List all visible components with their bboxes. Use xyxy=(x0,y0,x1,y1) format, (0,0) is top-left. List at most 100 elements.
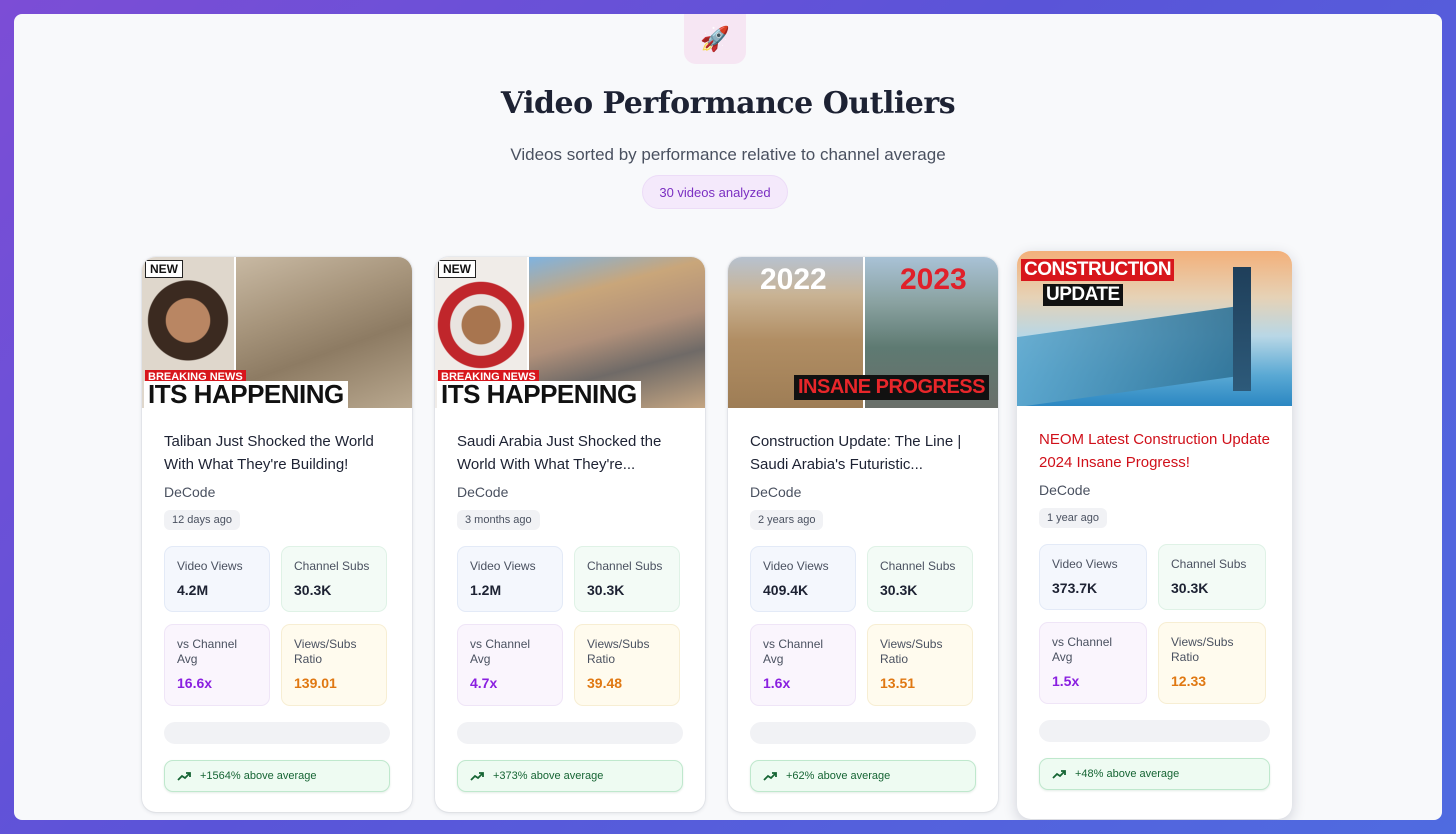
stat-label: Video Views xyxy=(763,559,829,573)
stat-value: 1.5x xyxy=(1052,673,1080,689)
stat-label: Views/Subs Ratio xyxy=(294,637,357,666)
performance-bar-track xyxy=(164,722,390,744)
performance-text: +373% above average xyxy=(493,770,604,782)
stat-label: vs Channel Avg xyxy=(1052,635,1113,664)
performance-badge: +1564% above average xyxy=(164,760,390,792)
video-thumbnail[interactable]: NEW BREAKING NEWS ITS HAPPENING xyxy=(435,257,705,408)
thumbnail-headline: INSANE PROGRESS xyxy=(794,375,989,400)
stat-label: Channel Subs xyxy=(880,559,956,573)
stat-label: Channel Subs xyxy=(1171,557,1247,571)
thumbnail-headline-line1: CONSTRUCTION xyxy=(1021,259,1175,281)
stat-label: Views/Subs Ratio xyxy=(587,637,650,666)
stat-value: 4.2M xyxy=(177,582,209,598)
channel-name[interactable]: DeCode xyxy=(164,484,390,500)
stats-grid: Video Views 4.2M Channel Subs 30.3K vs C… xyxy=(164,546,390,706)
thumbnail-new-badge: NEW xyxy=(438,260,476,278)
video-card[interactable]: CONSTRUCTION UPDATE NEOM Latest Construc… xyxy=(1017,251,1292,819)
stat-value: 30.3K xyxy=(1171,580,1209,596)
performance-bar-track xyxy=(1039,720,1270,742)
video-age-badge: 12 days ago xyxy=(164,510,240,530)
channel-subs-stat: Channel Subs 30.3K xyxy=(1158,544,1266,610)
video-title[interactable]: Saudi Arabia Just Shocked the World With… xyxy=(457,430,683,476)
performance-text: +1564% above average xyxy=(200,770,317,782)
videos-count-badge: 30 videos analyzed xyxy=(642,175,788,209)
app-window: 🚀 Video Performance Outliers Videos sort… xyxy=(14,14,1442,820)
views-subs-ratio-stat: Views/Subs Ratio 13.51 xyxy=(867,624,973,706)
trending-up-icon xyxy=(1052,770,1066,779)
stat-label: vs Channel Avg xyxy=(763,637,824,666)
stats-grid: Video Views 409.4K Channel Subs 30.3K vs… xyxy=(750,546,976,706)
stat-label: vs Channel Avg xyxy=(470,637,531,666)
stat-label: vs Channel Avg xyxy=(177,637,238,666)
video-age-badge: 2 years ago xyxy=(750,510,824,530)
page-title: Video Performance Outliers xyxy=(500,86,956,121)
video-thumbnail[interactable]: NEW BREAKING NEWS ITS HAPPENING xyxy=(142,257,412,408)
trending-up-icon xyxy=(763,772,777,781)
channel-name[interactable]: DeCode xyxy=(1039,482,1270,498)
stat-value: 16.6x xyxy=(177,675,213,691)
channel-subs-stat: Channel Subs 30.3K xyxy=(574,546,680,612)
video-card[interactable]: NEW BREAKING NEWS ITS HAPPENING Taliban … xyxy=(142,257,412,812)
video-age-badge: 3 months ago xyxy=(457,510,540,530)
stats-grid: Video Views 1.2M Channel Subs 30.3K vs C… xyxy=(457,546,683,706)
stat-label: Video Views xyxy=(1052,557,1118,571)
stat-label: Video Views xyxy=(177,559,243,573)
stat-value: 1.2M xyxy=(470,582,502,598)
stat-value: 30.3K xyxy=(880,582,918,598)
video-views-stat: Video Views 409.4K xyxy=(750,546,856,612)
stat-label: Channel Subs xyxy=(294,559,370,573)
views-subs-ratio-stat: Views/Subs Ratio 12.33 xyxy=(1158,622,1266,704)
vs-channel-avg-stat: vs Channel Avg 16.6x xyxy=(164,624,270,706)
video-title[interactable]: NEOM Latest Construction Update 2024 Ins… xyxy=(1039,428,1270,474)
performance-badge: +48% above average xyxy=(1039,758,1270,790)
video-views-stat: Video Views 1.2M xyxy=(457,546,563,612)
video-thumbnail[interactable]: 2022 2023 INSANE PROGRESS xyxy=(728,257,998,408)
stat-value: 1.6x xyxy=(763,675,791,691)
channel-name[interactable]: DeCode xyxy=(457,484,683,500)
performance-text: +62% above average xyxy=(786,770,891,782)
performance-badge: +62% above average xyxy=(750,760,976,792)
stat-value: 13.51 xyxy=(880,675,916,691)
stat-label: Views/Subs Ratio xyxy=(1171,635,1234,664)
stat-value: 409.4K xyxy=(763,582,809,598)
video-title[interactable]: Construction Update: The Line | Saudi Ar… xyxy=(750,430,976,476)
stat-label: Views/Subs Ratio xyxy=(880,637,943,666)
performance-bar-track xyxy=(750,722,976,744)
stat-value: 373.7K xyxy=(1052,580,1098,596)
stat-value: 12.33 xyxy=(1171,673,1207,689)
stat-label: Video Views xyxy=(470,559,536,573)
thumbnail-headline: ITS HAPPENING xyxy=(144,381,348,408)
rocket-glyph: 🚀 xyxy=(700,25,730,53)
channel-subs-stat: Channel Subs 30.3K xyxy=(281,546,387,612)
vs-channel-avg-stat: vs Channel Avg 4.7x xyxy=(457,624,563,706)
video-age-badge: 1 year ago xyxy=(1039,508,1107,528)
video-thumbnail[interactable]: CONSTRUCTION UPDATE xyxy=(1017,251,1292,406)
stat-value: 30.3K xyxy=(294,582,332,598)
video-views-stat: Video Views 373.7K xyxy=(1039,544,1147,610)
thumbnail-headline-line2: UPDATE xyxy=(1043,284,1123,306)
performance-bar-track xyxy=(457,722,683,744)
rocket-icon: 🚀 xyxy=(684,14,746,64)
video-card[interactable]: 2022 2023 INSANE PROGRESS Construction U… xyxy=(728,257,998,812)
channel-subs-stat: Channel Subs 30.3K xyxy=(867,546,973,612)
thumbnail-new-badge: NEW xyxy=(145,260,183,278)
vs-channel-avg-stat: vs Channel Avg 1.6x xyxy=(750,624,856,706)
channel-name[interactable]: DeCode xyxy=(750,484,976,500)
stat-value: 39.48 xyxy=(587,675,623,691)
thumbnail-year-right: 2023 xyxy=(900,263,967,296)
stats-grid: Video Views 373.7K Channel Subs 30.3K vs… xyxy=(1039,544,1270,704)
video-title[interactable]: Taliban Just Shocked the World With What… xyxy=(164,430,390,476)
thumbnail-headline: ITS HAPPENING xyxy=(437,381,641,408)
page-subtitle: Videos sorted by performance relative to… xyxy=(510,145,946,164)
thumbnail-year-left: 2022 xyxy=(760,263,827,296)
video-views-stat: Video Views 4.2M xyxy=(164,546,270,612)
trending-up-icon xyxy=(470,772,484,781)
video-card[interactable]: NEW BREAKING NEWS ITS HAPPENING Saudi Ar… xyxy=(435,257,705,812)
trending-up-icon xyxy=(177,772,191,781)
views-subs-ratio-stat: Views/Subs Ratio 139.01 xyxy=(281,624,387,706)
performance-badge: +373% above average xyxy=(457,760,683,792)
stat-value: 30.3K xyxy=(587,582,625,598)
vs-channel-avg-stat: vs Channel Avg 1.5x xyxy=(1039,622,1147,704)
stat-value: 139.01 xyxy=(294,675,337,691)
stat-value: 4.7x xyxy=(470,675,498,691)
